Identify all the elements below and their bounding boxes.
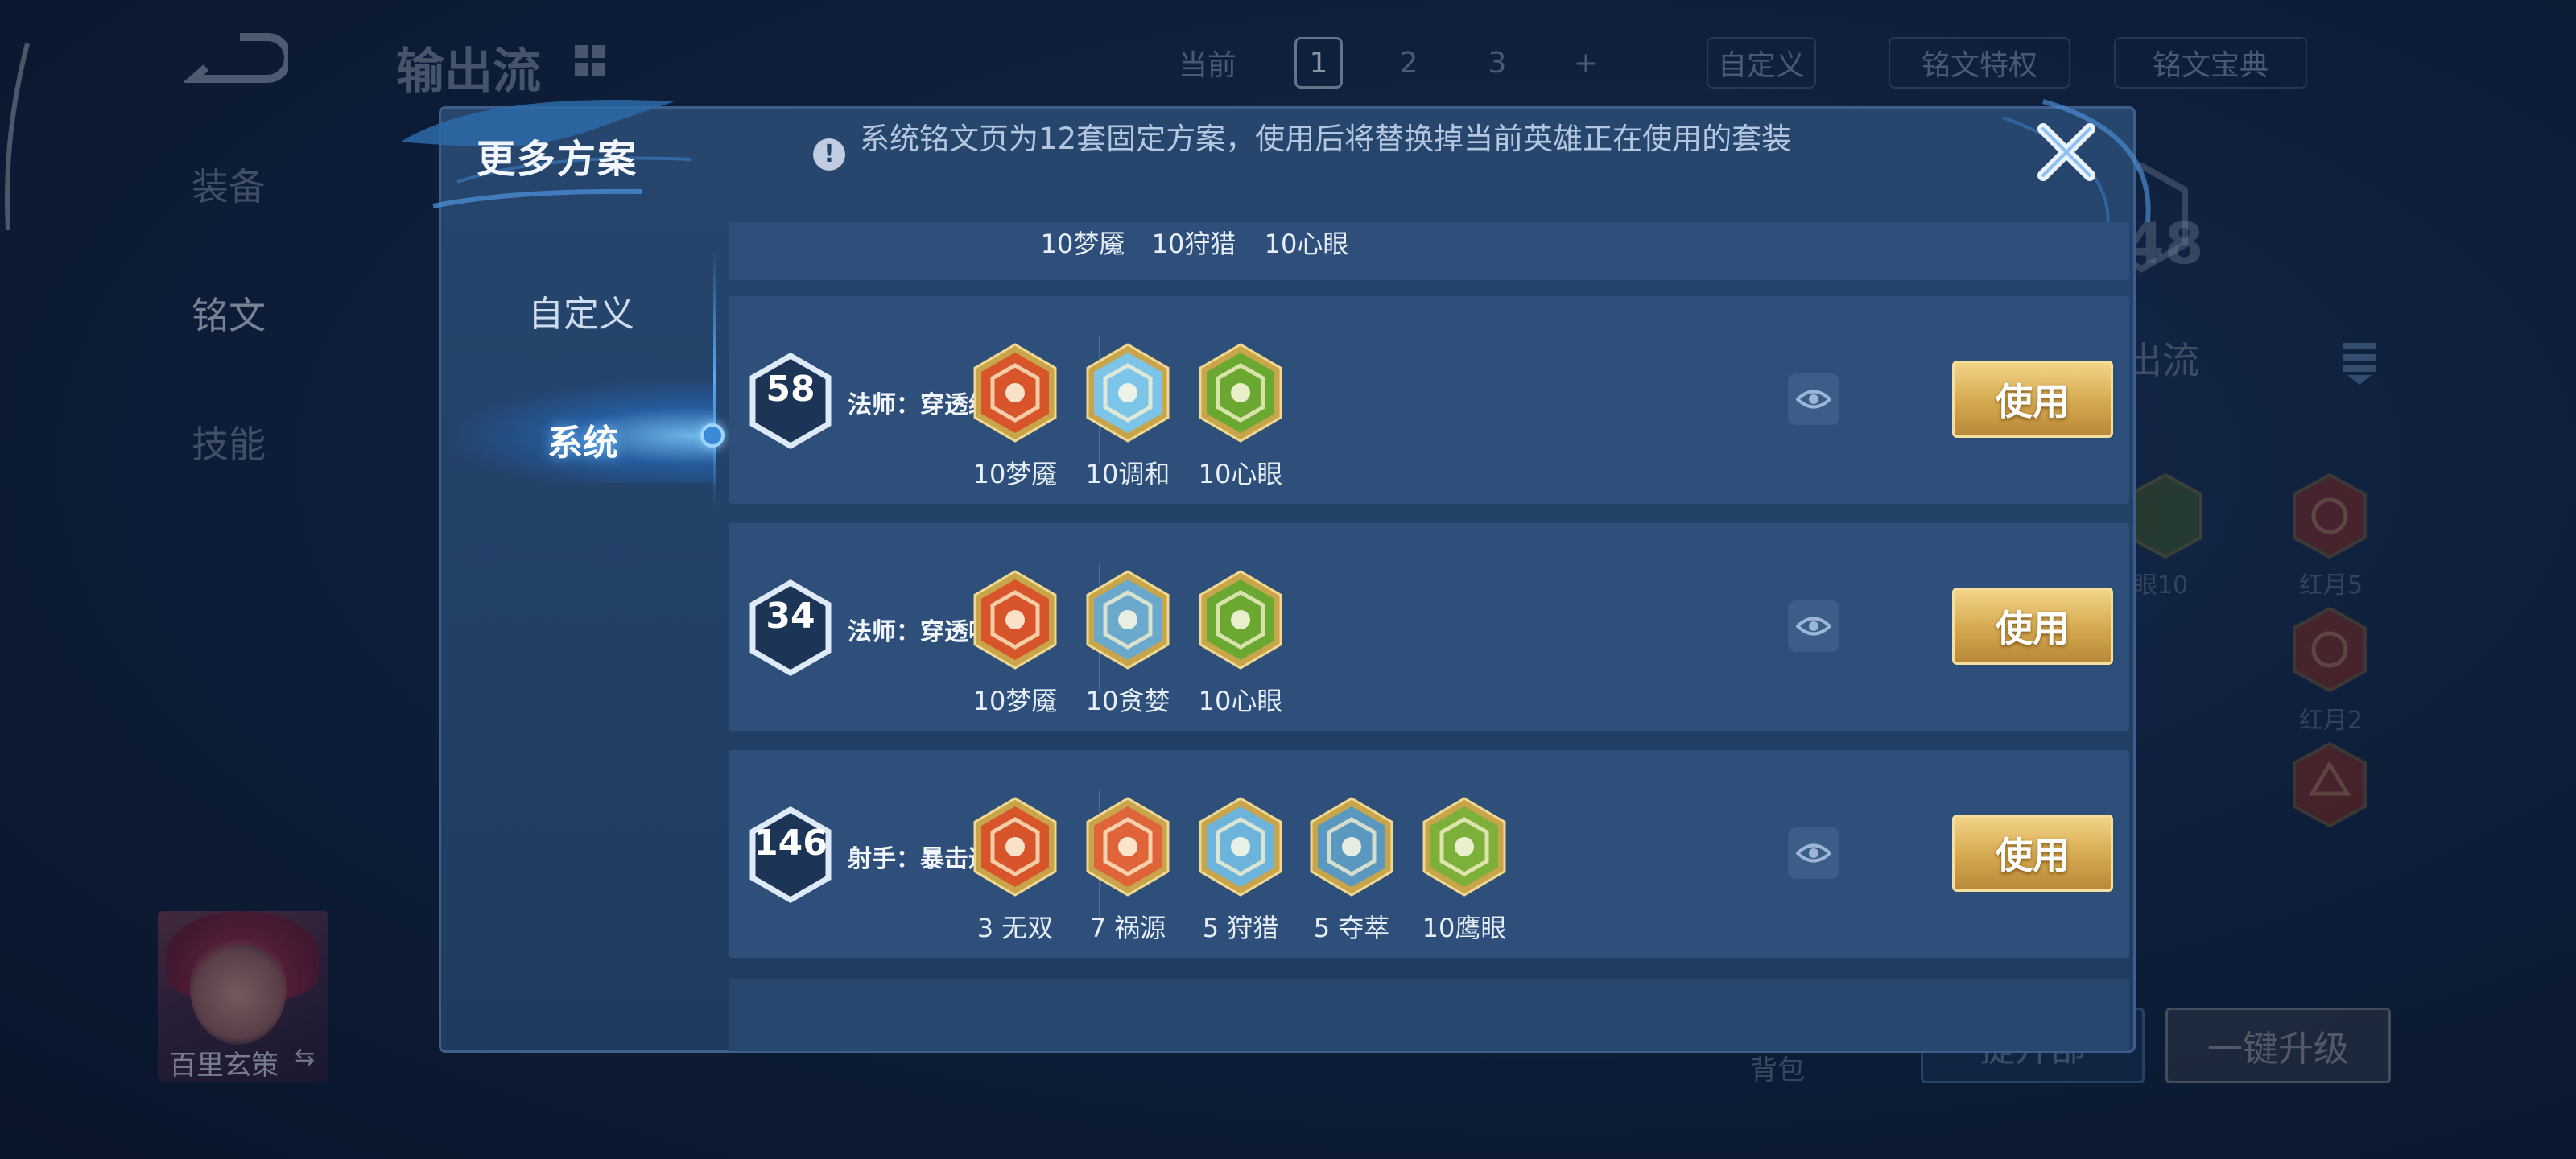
plan-list[interactable]: 10梦魇 10狩猎 10心眼 58 法师：穿透续航 10梦魇 10调和 10心眼使…: [729, 222, 2129, 1051]
close-icon[interactable]: [2032, 118, 2101, 187]
rune-label: 10梦魇: [1040, 229, 1125, 259]
rune-label: 10心眼: [1198, 686, 1283, 716]
preview-button[interactable]: [1788, 600, 1839, 652]
plan-level: 34: [766, 596, 815, 637]
use-plan-button[interactable]: 使用: [1952, 588, 2113, 665]
plan-row: 34 法师：穿透吸血 10梦魇 10贪婪 10心眼 使用: [729, 523, 2129, 731]
eye-icon: [1796, 390, 1831, 409]
preview-button[interactable]: [1788, 827, 1839, 879]
rune-label: 10梦魇: [972, 459, 1058, 489]
tab-system[interactable]: 系统: [547, 414, 618, 465]
insight-rune-icon[interactable]: [1195, 341, 1286, 444]
tab-custom[interactable]: 自定义: [528, 285, 634, 336]
rune-label: 7 祸源: [1089, 913, 1166, 943]
nightmare-rune-icon[interactable]: [970, 568, 1060, 671]
rune-label: 5 狩猎: [1202, 913, 1279, 943]
rune-label: 10贪婪: [1085, 686, 1170, 716]
modal-title: 更多方案: [477, 137, 638, 182]
nightmare-rune-icon[interactable]: [970, 341, 1060, 444]
notice-text: 系统铭文页为12套固定方案，使用后将替换掉当前英雄正在使用的套装: [860, 122, 1792, 156]
rune-label: 10鹰眼: [1422, 913, 1507, 943]
rune-label: 3 无双: [976, 913, 1054, 943]
rune-label: 10梦魇: [972, 686, 1058, 716]
seize-rune-icon[interactable]: [1307, 795, 1397, 898]
rune-label: 10心眼: [1198, 459, 1283, 489]
tab-indicator: [700, 423, 724, 448]
rune-label: 5 夺萃: [1313, 913, 1390, 943]
peerless-rune-icon[interactable]: [970, 795, 1060, 898]
plan-level: 146: [753, 823, 828, 864]
eye-icon: [1796, 843, 1831, 863]
hunt-rune-icon[interactable]: [1195, 795, 1286, 898]
preview-button[interactable]: [1788, 373, 1839, 425]
use-plan-button[interactable]: 使用: [1952, 815, 2113, 892]
rune-label: 10调和: [1085, 459, 1170, 489]
plan-row-partial: 10梦魇 10狩猎 10心眼: [729, 222, 2129, 280]
info-icon: !: [813, 138, 845, 171]
harmony-rune-icon[interactable]: [1083, 341, 1173, 444]
insight-rune-icon[interactable]: [1195, 568, 1286, 671]
plan-row-partial: [729, 979, 2129, 1051]
rune-label: 10心眼: [1264, 229, 1349, 259]
eye-icon: [1796, 617, 1831, 636]
plan-row: 146 射手：暴击通用 3 无双 7 祸源 5 狩猎 5 夺萃 10鹰眼 使用: [729, 750, 2129, 958]
use-plan-button[interactable]: 使用: [1952, 361, 2113, 438]
plan-row: 58 法师：穿透续航 10梦魇 10调和 10心眼 使用: [729, 296, 2129, 504]
rune-label: 10狩猎: [1151, 229, 1236, 259]
calamity-rune-icon[interactable]: [1083, 795, 1173, 898]
plan-level: 58: [766, 369, 815, 410]
hawkeye-rune-icon[interactable]: [1419, 795, 1509, 898]
tab-divider: [713, 250, 716, 507]
greed-rune-icon[interactable]: [1083, 568, 1173, 671]
